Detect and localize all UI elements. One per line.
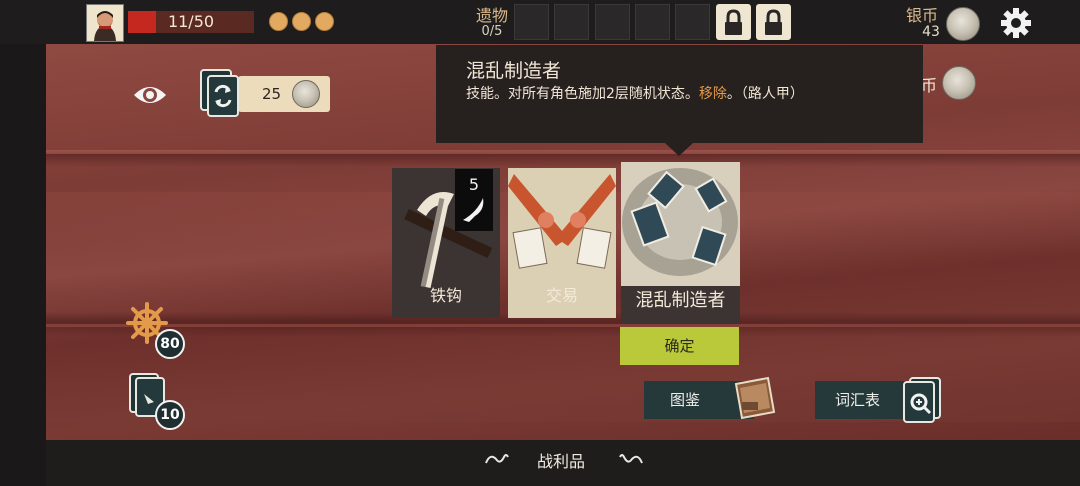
left-gutter	[0, 44, 46, 486]
codex-book-icon	[728, 376, 776, 422]
relic-slot-empty[interactable]	[554, 4, 589, 40]
confirm-button[interactable]: 确定	[620, 327, 739, 365]
plank-seam	[46, 324, 1080, 327]
loot-card-iron-hook[interactable]: 5 铁钩	[392, 168, 500, 318]
lock-icon	[725, 9, 742, 35]
energy-orb	[269, 12, 288, 31]
relic-slot-empty[interactable]	[595, 4, 630, 40]
reroll-cost-pill[interactable]: 25	[238, 76, 330, 112]
energy-orb	[315, 12, 334, 31]
card-name: 混乱制造者	[635, 290, 726, 311]
silver-coin-icon	[942, 66, 976, 100]
relic-slot-locked[interactable]	[756, 4, 791, 40]
codex-label: 图鉴	[670, 391, 701, 409]
loot-card-chaos-maker[interactable]: 混乱制造者	[621, 162, 740, 324]
relic-slot-empty[interactable]	[675, 4, 710, 40]
tooltip-description: 技能。对所有角色施加2层随机状态。移除。（路人甲）	[466, 83, 804, 103]
relics-label: 遗物	[475, 6, 508, 25]
card-name: 铁钩	[429, 286, 462, 305]
gear-icon[interactable]	[999, 6, 1033, 40]
glossary-label: 词汇表	[835, 391, 881, 409]
card-cost: 5	[468, 175, 480, 194]
currency-label-partial: 币	[921, 76, 938, 95]
hp-bar: 11/50	[128, 11, 254, 33]
helm-value-badge: 80	[155, 329, 185, 359]
silver-coin-icon	[292, 80, 320, 108]
silver-count: 43	[922, 24, 940, 40]
reroll-cost: 25	[262, 85, 282, 103]
swirl-ornament-icon	[618, 451, 644, 467]
blade-icon	[463, 198, 484, 222]
relic-slot-empty[interactable]	[514, 4, 549, 40]
tooltip-keyword-remove[interactable]: 移除	[699, 86, 727, 102]
silver-label: 银币	[905, 6, 938, 25]
loot-card-trade[interactable]: 交易	[508, 168, 616, 318]
glossary-magnifier-icon	[900, 376, 946, 424]
relics-count: 0/5	[481, 24, 503, 39]
deck-count-badge: 10	[155, 400, 185, 430]
tooltip-desc-text: 技能。对所有角色施加2层随机状态。	[466, 86, 699, 102]
tooltip-desc-tail: 。（路人甲）	[726, 86, 804, 102]
tooltip-pointer	[665, 143, 693, 156]
loot-screen: 11/50 遗物 0/5 银币 43 25 币 混乱制造者 技能。对所有角色施加…	[0, 0, 1080, 486]
hp-text: 11/50	[167, 12, 215, 31]
lock-icon	[765, 9, 782, 35]
plank-seam	[46, 150, 1080, 154]
portrait-avatar[interactable]	[86, 4, 124, 42]
card-name: 交易	[545, 286, 578, 305]
energy-orb	[292, 12, 311, 31]
tooltip-title: 混乱制造者	[466, 60, 562, 82]
relic-slot-locked[interactable]	[716, 4, 751, 40]
swirl-ornament-icon	[484, 451, 510, 467]
eye-icon[interactable]	[132, 81, 168, 109]
silver-coin-icon	[946, 7, 980, 41]
relic-slot-empty[interactable]	[635, 4, 670, 40]
reroll-cards-icon[interactable]	[198, 68, 242, 118]
footer-title: 战利品	[537, 452, 586, 471]
card-cost-tag: 5	[455, 169, 493, 231]
